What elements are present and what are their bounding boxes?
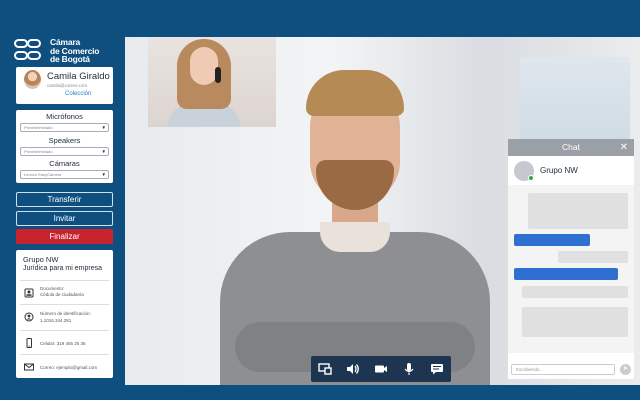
chat-messages <box>508 185 634 353</box>
messages-icon[interactable] <box>428 360 446 378</box>
profile-role: Colección <box>65 91 92 97</box>
document-label: Documento: <box>40 286 65 291</box>
brand-logo: Cámara de Comercio de Bogotá <box>14 37 118 65</box>
client-info-card: Grupo NW Jurídica para mi empresa Docume… <box>16 250 113 378</box>
email-text: Correo: ejemplo@gmail.com <box>40 365 98 370</box>
chat-title: Chat <box>562 142 580 152</box>
profile-email: camila@correo.com <box>47 83 88 88</box>
devices-panel: Micrófonos Predeterminado Speakers Prede… <box>16 110 113 183</box>
chat-message <box>558 251 628 263</box>
document-value: Cédula de ciudadanía <box>40 292 84 297</box>
user-icon <box>24 312 34 322</box>
phone-row: Celular: 319 455 25 36 <box>20 330 109 354</box>
chat-panel: Chat ✕ Grupo NW Escribiendo... ➤ <box>508 139 634 379</box>
speaker-select[interactable]: Predeterminado <box>20 147 109 156</box>
call-controls <box>311 356 451 382</box>
self-video-pip[interactable] <box>148 37 276 127</box>
camera-icon[interactable] <box>372 360 390 378</box>
chat-message <box>514 234 590 246</box>
chat-group-name: Grupo NW <box>540 166 578 175</box>
close-icon[interactable]: ✕ <box>620 139 628 156</box>
microphones-label: Micrófonos <box>46 112 83 121</box>
cameras-label: Cámaras <box>49 159 80 168</box>
invite-button[interactable]: Invitar <box>16 211 113 226</box>
client-desc: Jurídica para mi empresa <box>23 265 102 272</box>
id-label: Número de identificación: <box>40 311 91 316</box>
client-org: Grupo NW <box>23 255 59 264</box>
chat-group: Grupo NW <box>514 161 628 183</box>
end-call-button[interactable]: Finalizar <box>16 229 113 244</box>
phone-icon <box>26 338 32 348</box>
chat-header: Chat ✕ <box>508 139 634 156</box>
id-row: Número de identificación: 1.1016.344.281 <box>20 304 109 330</box>
avatar <box>24 70 41 89</box>
self-participant <box>167 39 241 127</box>
chat-message <box>514 268 618 280</box>
chat-message <box>528 193 628 229</box>
transfer-button[interactable]: Transferir <box>16 192 113 207</box>
volume-icon[interactable] <box>344 360 362 378</box>
microphone-select[interactable]: Predeterminado <box>20 123 109 132</box>
brand-line: de Bogotá <box>50 54 90 65</box>
chat-message <box>522 286 628 298</box>
microphone-icon[interactable] <box>400 360 418 378</box>
camera-select[interactable]: Lenovo EasyCamera <box>20 170 109 179</box>
online-status-icon <box>528 175 534 181</box>
id-card-icon <box>24 288 34 298</box>
send-icon[interactable]: ➤ <box>620 364 631 375</box>
phone-text: Celular: 319 455 25 36 <box>40 341 86 346</box>
logo-icon <box>14 38 46 64</box>
mail-icon <box>24 363 34 371</box>
id-value: 1.1016.344.281 <box>40 318 72 323</box>
brand-name: Cámara de Comercio de Bogotá <box>50 38 99 64</box>
document-row: Documento: Cédula de ciudadanía <box>20 280 109 304</box>
profile-name: Camila Giraldo <box>47 71 110 82</box>
chat-input[interactable]: Escribiendo... <box>511 364 615 375</box>
speakers-label: Speakers <box>48 136 81 145</box>
share-screen-icon[interactable] <box>316 360 334 378</box>
chat-message <box>522 307 628 337</box>
profile-card: Camila Giraldo camila@correo.com Colecci… <box>16 67 113 104</box>
email-row: Correo: ejemplo@gmail.com <box>20 354 109 378</box>
